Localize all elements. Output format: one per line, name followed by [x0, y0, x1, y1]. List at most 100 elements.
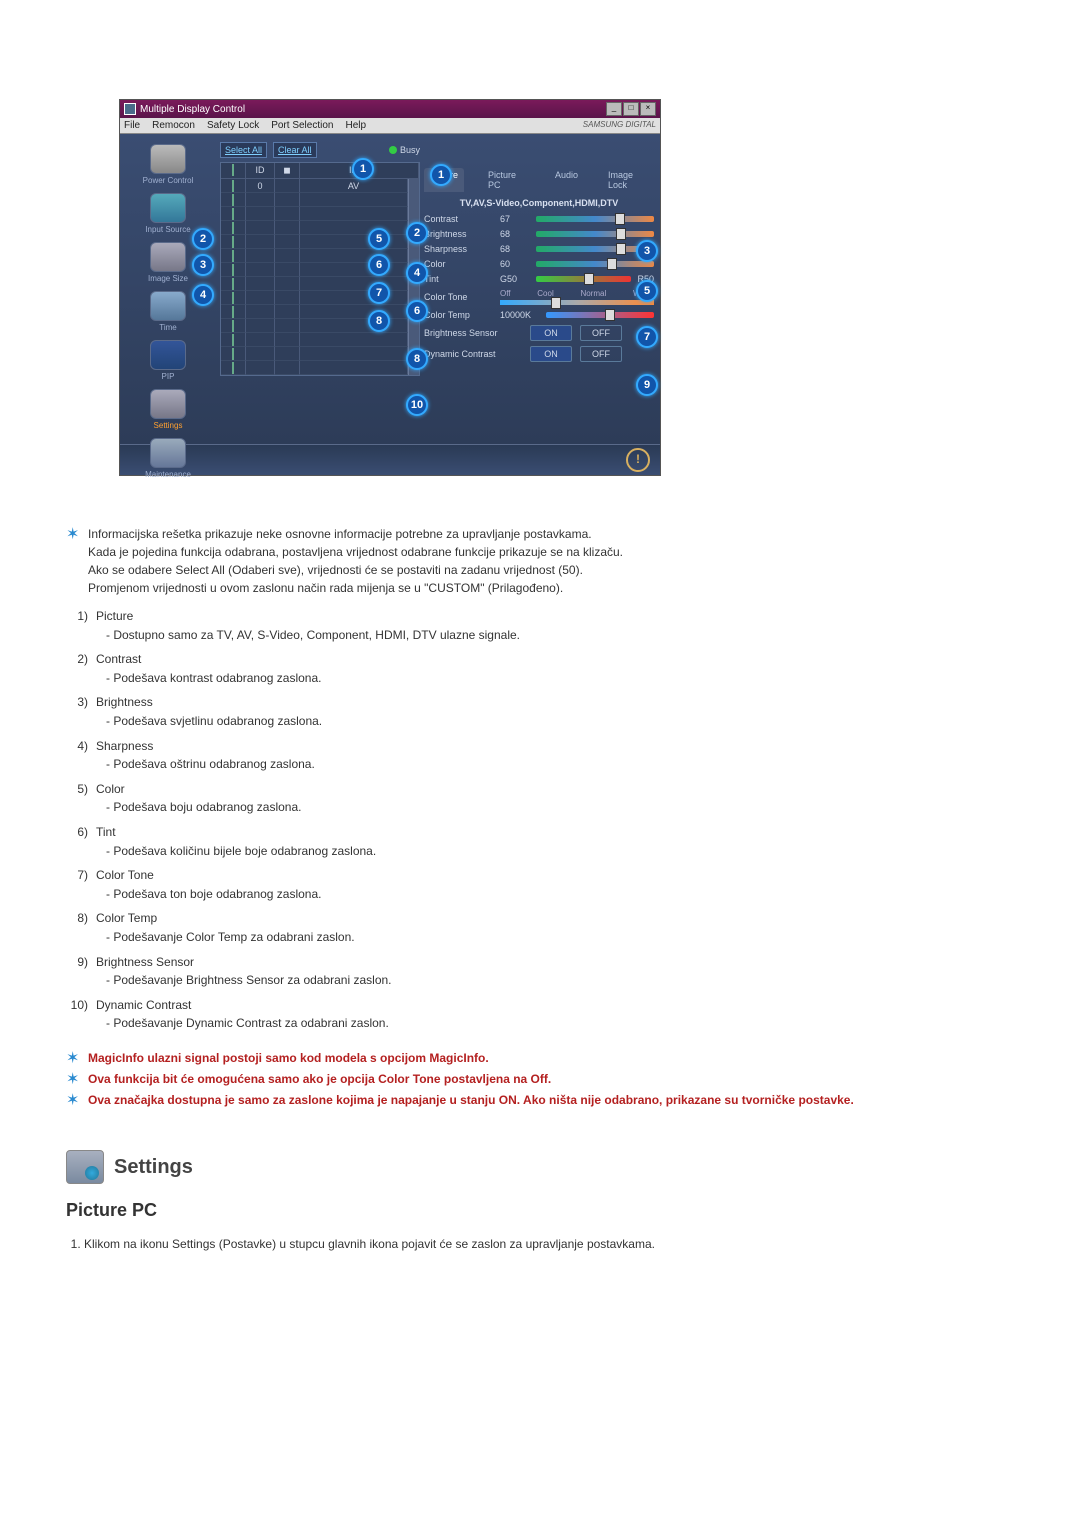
- color-tone-slider[interactable]: [500, 300, 654, 305]
- item-6: 6)Tint- Podešava količinu bijele boje od…: [66, 823, 1006, 860]
- pip-icon: [150, 340, 186, 370]
- brightness-slider[interactable]: [536, 231, 654, 237]
- document-body: ✶ Informacijska rešetka prikazuje neke o…: [60, 525, 1012, 1253]
- callout-3: 3: [636, 240, 658, 262]
- grid-row[interactable]: [221, 347, 408, 361]
- final-item-1: Klikom na ikonu Settings (Postavke) u st…: [84, 1235, 1006, 1253]
- numbered-list: 1)Picture- Dostupno samo za TV, AV, S-Vi…: [66, 607, 1006, 1033]
- row-check-icon[interactable]: [232, 334, 234, 346]
- settings-icon: [150, 389, 186, 419]
- row-check-icon[interactable]: [232, 180, 234, 192]
- row-check-icon[interactable]: [232, 348, 234, 360]
- row-check-icon[interactable]: [232, 306, 234, 318]
- row-check-icon[interactable]: [232, 320, 234, 332]
- callout-1a: 1: [352, 158, 374, 180]
- bsensor-off-button[interactable]: OFF: [580, 325, 622, 341]
- settings-panel: Picture Picture PC Audio Image Lock TV,A…: [424, 134, 660, 444]
- grid-row[interactable]: [221, 193, 408, 207]
- callout-grid-7: 7: [368, 282, 390, 304]
- row-check-icon[interactable]: [232, 292, 234, 304]
- grid-panel: Select All Clear All Busy ID ◼ Input: [216, 134, 424, 444]
- brand-label: SAMSUNG DIGITAL: [583, 120, 656, 131]
- menu-safety-lock[interactable]: Safety Lock: [207, 120, 259, 131]
- row-check-icon[interactable]: [232, 222, 234, 234]
- star-icon: ✶: [66, 525, 80, 597]
- tab-picture-pc[interactable]: Picture PC: [482, 168, 531, 192]
- panel-subtitle: TV,AV,S-Video,Component,HDMI,DTV: [424, 198, 654, 208]
- nav-settings[interactable]: Settings: [124, 389, 212, 430]
- col-status[interactable]: ◼: [275, 163, 300, 179]
- dyn-on-button[interactable]: ON: [530, 346, 572, 362]
- display-grid: ID ◼ Input 0 AV: [220, 162, 420, 376]
- item-1: 1)Picture- Dostupno samo za TV, AV, S-Vi…: [66, 607, 1006, 644]
- input-source-icon: [150, 193, 186, 223]
- row-check-icon[interactable]: [232, 236, 234, 248]
- menu-help[interactable]: Help: [345, 120, 366, 131]
- row-check-icon[interactable]: [232, 362, 234, 374]
- star-icon: ✶: [66, 1070, 80, 1089]
- grid-row[interactable]: [221, 333, 408, 347]
- callout-6: 6: [406, 300, 428, 322]
- section-heading: Settings: [66, 1150, 1006, 1184]
- color-slider[interactable]: [536, 261, 654, 267]
- bsensor-on-button[interactable]: ON: [530, 325, 572, 341]
- item-7: 7)Color Tone- Podešava ton boje odabrano…: [66, 866, 1006, 903]
- row-check-icon[interactable]: [232, 194, 234, 206]
- col-id[interactable]: ID: [246, 163, 275, 179]
- grid-row[interactable]: [221, 207, 408, 221]
- titlebar: Multiple Display Control _ □ ×: [120, 100, 660, 118]
- menu-remocon[interactable]: Remocon: [152, 120, 195, 131]
- nav-pip[interactable]: PIP: [124, 340, 212, 381]
- tint-slider[interactable]: [536, 276, 631, 282]
- callout-7: 7: [636, 326, 658, 348]
- time-icon: [150, 291, 186, 321]
- window-title: Multiple Display Control: [140, 104, 245, 115]
- sub-heading: Picture PC: [66, 1200, 1006, 1221]
- callout-grid-5: 5: [368, 228, 390, 250]
- grid-row[interactable]: [221, 361, 408, 375]
- row-sharpness: Sharpness 68: [424, 244, 654, 254]
- col-check[interactable]: [221, 163, 246, 179]
- row-check-icon[interactable]: [232, 278, 234, 290]
- callout-10: 10: [406, 394, 428, 416]
- star-icon: ✶: [66, 1049, 80, 1068]
- item-10: 10)Dynamic Contrast- Podešavanje Dynamic…: [66, 996, 1006, 1033]
- tab-image-lock[interactable]: Image Lock: [602, 168, 654, 192]
- select-all-button[interactable]: Select All: [220, 142, 267, 158]
- app-window: Multiple Display Control _ □ × File Remo…: [120, 100, 660, 475]
- maintenance-icon: [150, 438, 186, 468]
- minimize-button[interactable]: _: [606, 102, 622, 116]
- app-icon: [124, 103, 136, 115]
- nav-power-control[interactable]: Power Control: [124, 144, 212, 185]
- item-5: 5)Color- Podešava boju odabranog zaslona…: [66, 780, 1006, 817]
- callout-nav-2: 2: [192, 228, 214, 250]
- dyn-off-button[interactable]: OFF: [580, 346, 622, 362]
- row-check-icon[interactable]: [232, 208, 234, 220]
- maximize-button[interactable]: □: [623, 102, 639, 116]
- color-temp-slider[interactable]: [546, 312, 654, 318]
- clear-all-button[interactable]: Clear All: [273, 142, 317, 158]
- image-size-icon: [150, 242, 186, 272]
- settings-section-icon: [66, 1150, 104, 1184]
- grid-row[interactable]: 0 AV: [221, 179, 408, 193]
- row-tint: Tint G50 R50: [424, 274, 654, 284]
- row-check-icon[interactable]: [232, 264, 234, 276]
- callout-1b: 1: [430, 164, 452, 186]
- close-button[interactable]: ×: [640, 102, 656, 116]
- menu-port-selection[interactable]: Port Selection: [271, 120, 333, 131]
- row-color: Color 60: [424, 259, 654, 269]
- nav-maintenance[interactable]: Maintenance: [124, 438, 212, 479]
- callout-2: 2: [406, 222, 428, 244]
- callout-5: 5: [636, 280, 658, 302]
- callout-nav-3: 3: [192, 254, 214, 276]
- row-brightness-sensor: Brightness Sensor ON OFF: [424, 325, 654, 341]
- callout-grid-6: 6: [368, 254, 390, 276]
- final-list: Klikom na ikonu Settings (Postavke) u st…: [84, 1235, 1006, 1253]
- info-icon[interactable]: !: [626, 448, 650, 472]
- contrast-slider[interactable]: [536, 216, 654, 222]
- row-check-icon[interactable]: [232, 250, 234, 262]
- tab-audio[interactable]: Audio: [549, 168, 584, 192]
- menu-file[interactable]: File: [124, 120, 140, 131]
- item-3: 3)Brightness- Podešava svjetlinu odabran…: [66, 693, 1006, 730]
- callout-nav-4: 4: [192, 284, 214, 306]
